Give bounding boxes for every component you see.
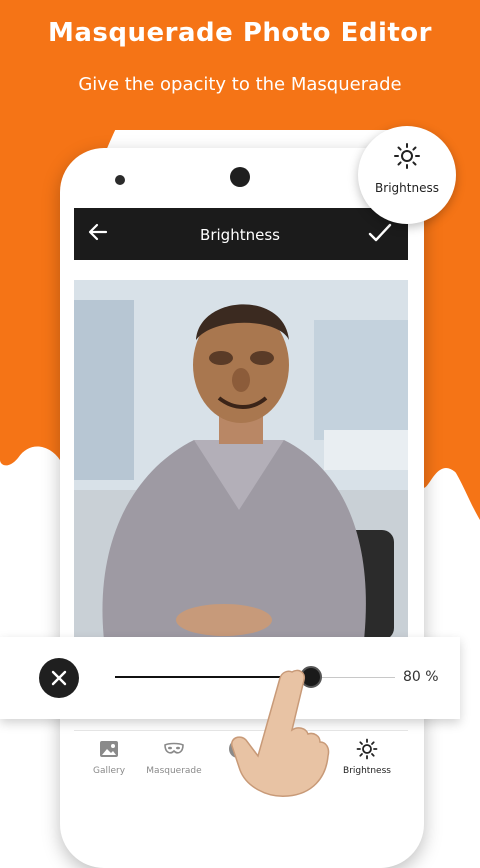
brightness-badge [358, 126, 456, 224]
arrow-left-icon[interactable] [88, 222, 108, 242]
brightness-badge-label: Brightness [375, 181, 439, 195]
mask-icon [164, 742, 184, 754]
nav-label-masquerade: Masquerade [146, 766, 202, 776]
image-icon [100, 741, 118, 757]
close-icon [51, 670, 67, 686]
app-bar-title: Brightness [200, 226, 280, 244]
page-subtitle: Give the opacity to the Masquerade [78, 74, 402, 95]
nav-label-gallery: Gallery [92, 766, 126, 776]
pointing-hand-icon [231, 669, 330, 797]
nav-item-gallery[interactable]: Gallery [76, 738, 142, 776]
nav-item-masquerade[interactable]: Masquerade [141, 738, 207, 776]
sun-icon [394, 143, 420, 169]
edited-photo [74, 280, 408, 640]
close-button[interactable] [39, 658, 79, 698]
phone-camera [230, 167, 250, 187]
sun-icon [356, 738, 378, 760]
phone-sensor [115, 175, 125, 185]
man-with-mask-photo [74, 280, 408, 640]
slider-value: 80 % [403, 669, 439, 685]
check-icon[interactable] [368, 222, 392, 244]
page-title: Masquerade Photo Editor [48, 18, 432, 48]
nav-item-brightness[interactable]: Brightness [334, 738, 400, 776]
nav-label-brightness: Brightness [343, 766, 391, 776]
